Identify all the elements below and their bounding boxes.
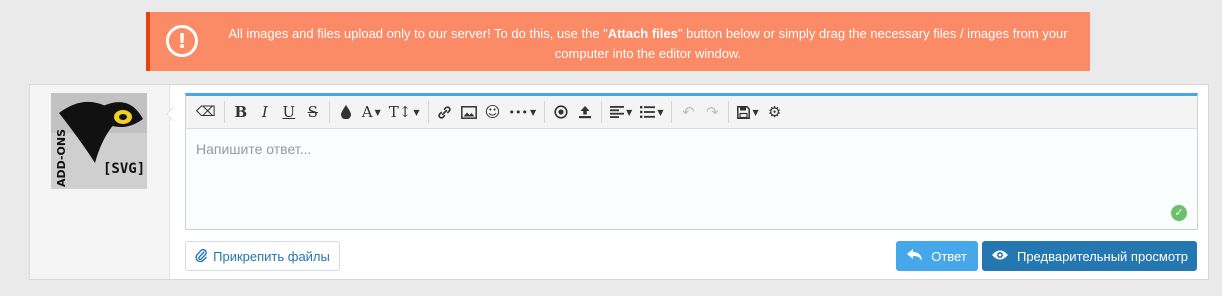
save-draft-icon[interactable]: ▼ xyxy=(733,100,762,124)
avatar-badge-text: [SVG] xyxy=(103,161,145,177)
upload-icon[interactable] xyxy=(573,100,597,124)
toolbar-separator xyxy=(223,101,225,123)
editor: ⌫ B I U S A ▼ T↕ ▼ ☺ ••• ▼ ▼ ▼ ↶ ↷ ▼ ⚙ Н… xyxy=(185,93,1198,230)
avatar-column: [SVG] ADD-ONS xyxy=(30,85,170,279)
notice-attach-emphasis: Attach files xyxy=(607,26,678,41)
color-drop-icon[interactable] xyxy=(334,100,358,124)
toolbar-separator xyxy=(728,101,730,123)
upload-notice: ! All images and files upload only to ou… xyxy=(146,12,1090,71)
avatar-image: [SVG] ADD-ONS xyxy=(51,93,147,189)
redo-icon[interactable]: ↷ xyxy=(700,100,724,124)
avatar[interactable]: [SVG] ADD-ONS xyxy=(51,93,147,189)
paperclip-icon xyxy=(195,248,207,265)
font-family-icon[interactable]: A ▼ xyxy=(358,100,385,124)
smiley-icon[interactable]: ☺ xyxy=(481,100,505,124)
toolbar-separator xyxy=(544,101,546,123)
attach-files-label: Прикрепить файлы xyxy=(213,248,330,264)
reply-placeholder: Напишите ответ... xyxy=(196,141,312,157)
strikethrough-icon[interactable]: S xyxy=(301,100,325,124)
attach-files-button[interactable]: Прикрепить файлы xyxy=(185,241,340,271)
quick-reply-block: [SVG] ADD-ONS ⌫ B I U S A ▼ T↕ ▼ ☺ ••• ▼… xyxy=(29,84,1209,280)
list-icon[interactable]: ▼ xyxy=(636,100,667,124)
toolbar-separator xyxy=(328,101,330,123)
font-size-icon[interactable]: T↕ ▼ xyxy=(385,100,424,124)
editor-toolbar: ⌫ B I U S A ▼ T↕ ▼ ☺ ••• ▼ ▼ ▼ ↶ ↷ ▼ ⚙ xyxy=(186,96,1197,129)
preview-button[interactable]: Предварительный просмотр xyxy=(982,241,1197,271)
reply-label: Ответ xyxy=(931,248,967,264)
bold-icon[interactable]: B xyxy=(229,100,253,124)
eraser-icon[interactable]: ⌫ xyxy=(192,100,220,124)
link-icon[interactable] xyxy=(433,100,457,124)
reply-arrow-icon xyxy=(907,248,923,264)
image-icon[interactable] xyxy=(457,100,481,124)
italic-icon[interactable]: I xyxy=(253,100,277,124)
preview-label: Предварительный просмотр xyxy=(1016,248,1188,264)
media-icon[interactable] xyxy=(549,100,573,124)
gear-icon[interactable]: ⚙ xyxy=(763,100,787,124)
more-icon[interactable]: ••• ▼ xyxy=(505,100,541,124)
check-icon: ✓ xyxy=(1171,205,1187,221)
toolbar-separator xyxy=(427,101,429,123)
notice-text: All images and files upload only to our … xyxy=(228,26,1068,61)
reply-button[interactable]: Ответ xyxy=(896,241,978,271)
eye-icon xyxy=(991,249,1009,264)
underline-icon[interactable]: U xyxy=(277,100,301,124)
align-icon[interactable]: ▼ xyxy=(606,100,636,124)
undo-icon[interactable]: ↶ xyxy=(676,100,700,124)
toolbar-separator xyxy=(601,101,603,123)
reply-text-area[interactable]: Напишите ответ... ✓ xyxy=(186,129,1197,229)
exclamation-circle-icon: ! xyxy=(166,25,198,57)
toolbar-separator xyxy=(671,101,673,123)
avatar-vertical-text: ADD-ONS xyxy=(55,129,68,187)
